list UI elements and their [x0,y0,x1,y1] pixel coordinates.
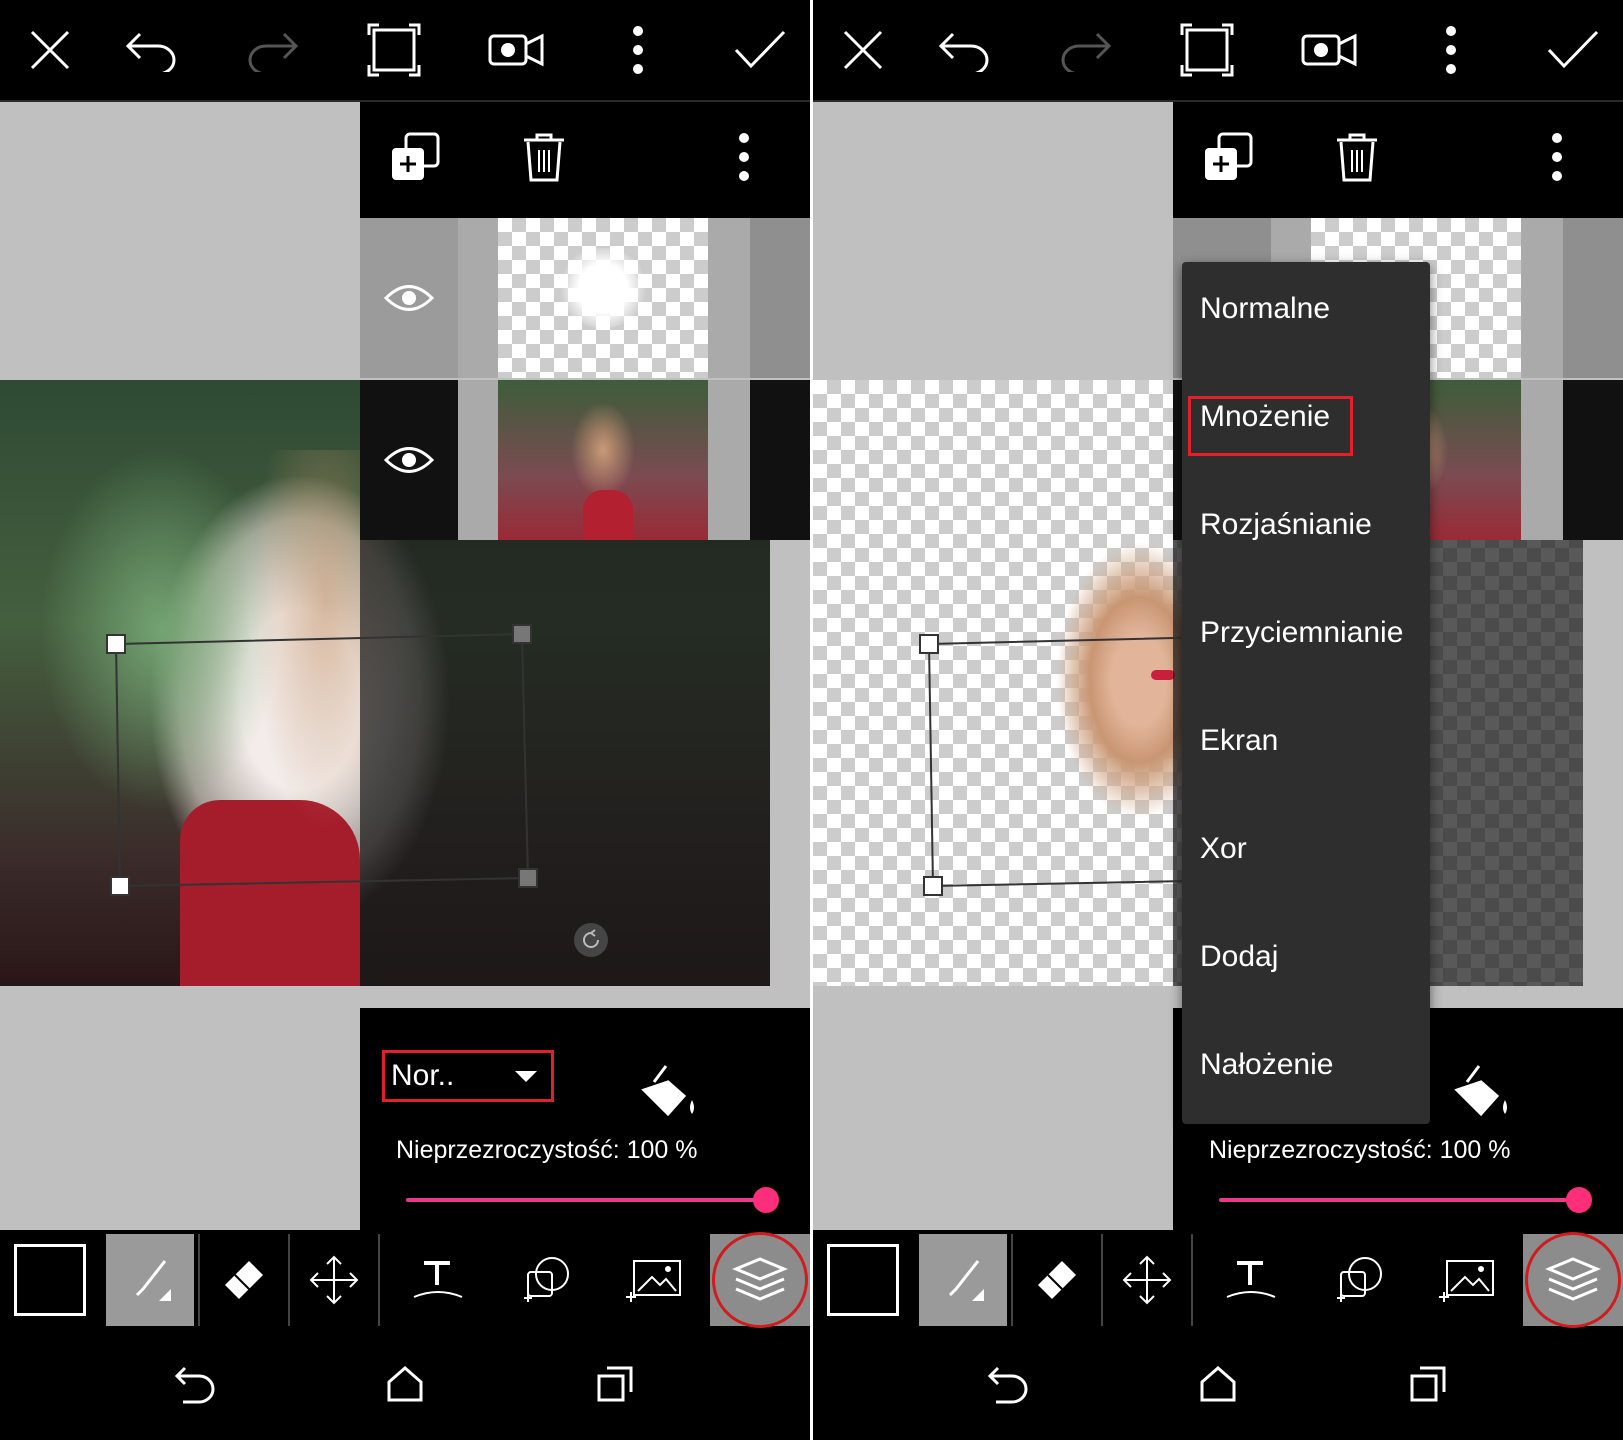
brush-icon[interactable] [919,1234,1007,1326]
blend-mode-select[interactable]: Nor.. [382,1050,554,1102]
layer-thumbnail-cell [458,218,750,378]
layer-thumbnail-photo [498,380,708,540]
undo-icon[interactable] [933,18,997,82]
layers-panel [360,102,810,1007]
crop-frame-icon[interactable] [1175,18,1239,82]
paint-bucket-icon[interactable] [638,1060,702,1120]
add-layer-icon[interactable] [390,132,442,184]
recents-icon[interactable] [580,1354,650,1414]
more-vertical-icon[interactable] [1549,132,1565,182]
color-swatch[interactable] [6,1234,94,1326]
sticker-icon[interactable] [1315,1234,1403,1326]
top-toolbar [0,0,810,102]
move-icon[interactable] [1103,1234,1193,1326]
blend-option-xor[interactable]: Xor [1200,832,1247,866]
layers-header [1173,102,1623,218]
more-vertical-icon[interactable] [1419,18,1483,82]
video-record-icon[interactable] [1297,18,1361,82]
tool-bar [0,1230,810,1330]
add-layer-icon[interactable] [1203,132,1255,184]
undo-icon[interactable] [120,18,184,82]
trash-icon[interactable] [522,132,566,184]
check-icon[interactable] [728,18,792,82]
redo-icon[interactable] [240,18,304,82]
video-record-icon[interactable] [484,18,548,82]
more-vertical-icon[interactable] [736,132,752,182]
highlight-box [1188,396,1353,456]
opacity-slider[interactable] [406,1198,766,1202]
opacity-slider-thumb[interactable] [753,1187,779,1213]
color-swatch[interactable] [819,1234,907,1326]
visibility-eye-icon[interactable] [360,218,458,378]
close-icon[interactable] [831,18,895,82]
top-toolbar [813,0,1623,102]
close-icon[interactable] [18,18,82,82]
system-nav-bar [0,1330,810,1440]
text-icon[interactable] [1207,1234,1295,1326]
back-icon[interactable] [160,1354,230,1414]
redo-icon[interactable] [1053,18,1117,82]
home-icon[interactable] [370,1354,440,1414]
recents-icon[interactable] [1393,1354,1463,1414]
blend-option-dodaj[interactable]: Dodaj [1200,940,1278,974]
system-nav-bar [813,1330,1623,1440]
eraser-icon[interactable] [198,1234,290,1326]
blend-mode-value: Nor.. [391,1059,455,1092]
layer-thumbnail-smoke [498,218,708,378]
more-vertical-icon[interactable] [606,18,670,82]
left-screen: Nor.. Nieprzezroczystość: 100 % [0,0,810,1440]
sticker-icon[interactable] [502,1234,590,1326]
visibility-eye-icon[interactable] [360,380,458,540]
highlight-circle [712,1232,808,1328]
highlight-circle [1525,1232,1621,1328]
layer-controls: Nor.. Nieprzezroczystość: 100 % [360,1008,810,1230]
layer-row-photo[interactable] [360,380,810,540]
tool-bar [813,1230,1623,1330]
check-icon[interactable] [1541,18,1605,82]
crop-frame-icon[interactable] [362,18,426,82]
opacity-slider[interactable] [1219,1198,1579,1202]
layer-row-smoke[interactable] [360,218,810,378]
brush-icon[interactable] [106,1234,194,1326]
layer-thumbnail-cell [458,380,750,540]
blend-option-rozjasnianie[interactable]: Rozjaśnianie [1200,508,1372,542]
text-icon[interactable] [394,1234,482,1326]
paint-bucket-icon[interactable] [1451,1060,1515,1120]
add-photo-icon[interactable] [1423,1234,1511,1326]
eraser-icon[interactable] [1011,1234,1103,1326]
blend-option-nalozenie[interactable]: Nałożenie [1200,1048,1333,1082]
trash-icon[interactable] [1335,132,1379,184]
opacity-label: Nieprzezroczystość: 100 % [1209,1136,1511,1164]
opacity-slider-thumb[interactable] [1566,1187,1592,1213]
back-icon[interactable] [973,1354,1043,1414]
move-icon[interactable] [290,1234,380,1326]
home-icon[interactable] [1183,1354,1253,1414]
opacity-label: Nieprzezroczystość: 100 % [396,1136,698,1164]
add-photo-icon[interactable] [610,1234,698,1326]
layers-header [360,102,810,218]
blend-option-przyciemnianie[interactable]: Przyciemnianie [1200,616,1403,650]
blend-mode-menu: Normalne Mnożenie Rozjaśnianie Przyciemn… [1182,262,1430,1124]
chevron-down-icon [515,1071,537,1082]
blend-option-normalne[interactable]: Normalne [1200,292,1330,326]
blend-option-ekran[interactable]: Ekran [1200,724,1278,758]
